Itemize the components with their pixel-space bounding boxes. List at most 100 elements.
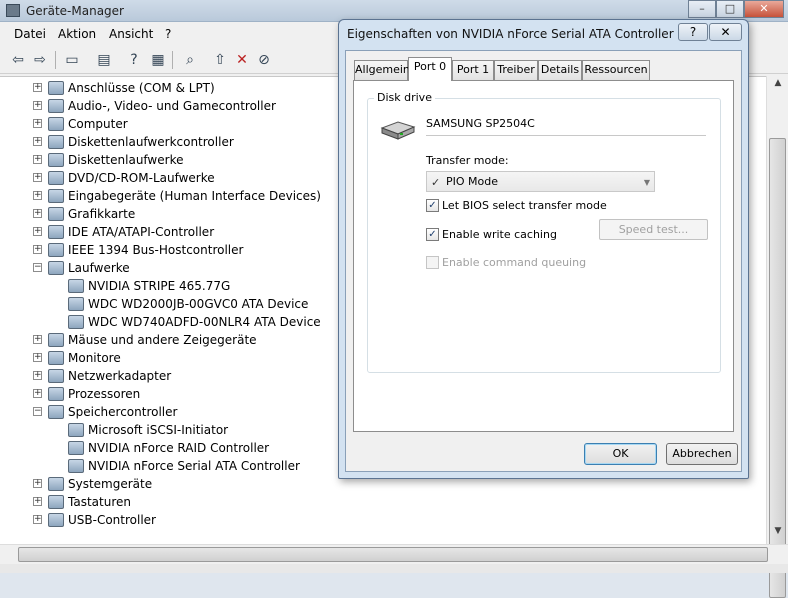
tab-port-0[interactable]: Port 0 (408, 57, 452, 81)
tree-expander[interactable]: + (33, 119, 42, 128)
tree-expander[interactable]: + (33, 191, 42, 200)
tree-device-item[interactable]: NVIDIA STRIPE 465.77G (68, 277, 230, 295)
tree-device-item[interactable]: WDC WD2000JB-00GVC0 ATA Device (68, 295, 308, 313)
tree-category-item[interactable]: Monitore (48, 349, 121, 367)
menu-ansicht[interactable]: Ansicht (109, 27, 153, 41)
tree-expander[interactable]: + (33, 137, 42, 146)
tab-details[interactable]: Details (538, 60, 582, 80)
dialog-close-button[interactable]: ✕ (709, 23, 742, 41)
write-caching-checkbox[interactable]: ✓ (426, 228, 439, 241)
forward-icon[interactable]: ⇨ (30, 50, 50, 70)
tree-item-label: Speichercontroller (68, 405, 178, 419)
ok-button[interactable]: OK (584, 443, 657, 465)
horizontal-scroll-thumb[interactable] (18, 547, 768, 562)
back-icon[interactable]: ⇦ (8, 50, 28, 70)
command-queuing-label[interactable]: Enable command queuing (442, 256, 586, 269)
tree-category-item[interactable]: Mäuse und andere Zeigegeräte (48, 331, 257, 349)
tree-category-item[interactable]: Grafikkarte (48, 205, 135, 223)
tree-expander[interactable]: + (33, 209, 42, 218)
disable-icon[interactable]: ✕ (232, 50, 252, 70)
tree-device-item[interactable]: Microsoft iSCSI-Initiator (68, 421, 228, 439)
tree-category-item[interactable]: Audio-, Video- und Gamecontroller (48, 97, 276, 115)
tree-expander[interactable]: − (33, 263, 42, 272)
minimize-button[interactable]: – (688, 0, 716, 18)
scroll-up-icon[interactable]: ▲ (770, 78, 786, 92)
write-caching-label[interactable]: Enable write caching (442, 228, 557, 241)
tab-ressourcen[interactable]: Ressourcen (582, 60, 650, 80)
tree-expander[interactable]: + (33, 479, 42, 488)
dialog-help-button[interactable]: ? (678, 23, 708, 41)
device-icon (48, 495, 64, 509)
cancel-button[interactable]: Abbrechen (666, 443, 738, 465)
bios-transfer-label[interactable]: Let BIOS select transfer mode (442, 199, 607, 212)
tree-device-item[interactable]: WDC WD740ADFD-00NLR4 ATA Device (68, 313, 321, 331)
close-button[interactable]: ✕ (744, 0, 784, 18)
tree-item-label: NVIDIA nForce Serial ATA Controller (88, 459, 300, 473)
tree-expander[interactable]: + (33, 515, 42, 524)
tab-allgemein[interactable]: Allgemein (354, 60, 410, 80)
uninstall-icon[interactable]: ⊘ (254, 50, 274, 70)
vertical-scrollbar[interactable]: ▲ ▼ (766, 76, 788, 598)
tree-device-item[interactable]: NVIDIA nForce RAID Controller (68, 439, 269, 457)
up-icon[interactable]: ▭ (62, 50, 82, 70)
main-title: Geräte-Manager (26, 4, 124, 18)
device-icon (48, 135, 64, 149)
command-queuing-checkbox[interactable] (426, 256, 439, 269)
tree-item-label: Grafikkarte (68, 207, 136, 221)
device-icon (48, 243, 64, 257)
tree-category-item[interactable]: DVD/CD-ROM-Laufwerke (48, 169, 215, 187)
device-icon (48, 351, 64, 365)
tree-expander[interactable]: + (33, 335, 42, 344)
device-icon (68, 423, 84, 437)
tree-expander[interactable]: + (33, 371, 42, 380)
properties-icon[interactable]: ▤ (94, 50, 114, 70)
tree-expander[interactable]: + (33, 353, 42, 362)
tree-category-item[interactable]: Eingabegeräte (Human Interface Devices) (48, 187, 321, 205)
chevron-down-icon: ▼ (643, 178, 650, 187)
tree-category-item[interactable]: Anschlüsse (COM & LPT) (48, 79, 215, 97)
device-icon (48, 99, 64, 113)
tree-expander[interactable]: + (33, 173, 42, 182)
tree-category-item[interactable]: Netzwerkadapter (48, 367, 171, 385)
tree-item-label: DVD/CD-ROM-Laufwerke (68, 171, 215, 185)
tree-category-item[interactable]: Systemgeräte (48, 475, 152, 493)
tab-treiber[interactable]: Treiber (494, 60, 538, 80)
tree-expander[interactable]: + (33, 389, 42, 398)
tree-item-label: Diskettenlaufwerke (68, 153, 184, 167)
tree-category-item[interactable]: Tastaturen (48, 493, 131, 511)
speed-test-button[interactable]: Speed test... (599, 219, 708, 240)
tree-item-label: Audio-, Video- und Gamecontroller (68, 99, 276, 113)
menu-datei[interactable]: Datei (14, 27, 46, 41)
tree-expander[interactable]: + (33, 245, 42, 254)
tree-category-item[interactable]: USB-Controller (48, 511, 156, 529)
tree-device-item[interactable]: NVIDIA nForce Serial ATA Controller (68, 457, 300, 475)
tree-category-item[interactable]: Speichercontroller (48, 403, 177, 421)
device-icon (68, 279, 84, 293)
scan-hardware-icon[interactable]: ⌕ (180, 50, 200, 70)
tab-port-1[interactable]: Port 1 (452, 60, 494, 80)
horizontal-scrollbar[interactable] (0, 544, 788, 564)
view-icon[interactable]: ▦ (148, 50, 168, 70)
menu-aktion[interactable]: Aktion (58, 27, 96, 41)
tree-category-item[interactable]: Computer (48, 115, 128, 133)
tree-expander[interactable]: − (33, 407, 42, 416)
tree-expander[interactable]: + (33, 497, 42, 506)
tree-expander[interactable]: + (33, 155, 42, 164)
tree-category-item[interactable]: Diskettenlaufwerke (48, 151, 183, 169)
help-icon[interactable]: ? (124, 50, 144, 70)
tree-expander[interactable]: + (33, 101, 42, 110)
tree-category-item[interactable]: Prozessoren (48, 385, 140, 403)
tree-category-item[interactable]: Laufwerke (48, 259, 130, 277)
tree-item-label: Netzwerkadapter (68, 369, 172, 383)
tree-category-item[interactable]: IDE ATA/ATAPI-Controller (48, 223, 214, 241)
update-driver-icon[interactable]: ⇧ (210, 50, 230, 70)
scroll-down-icon[interactable]: ▼ (770, 526, 786, 540)
bios-transfer-checkbox[interactable]: ✓ (426, 199, 439, 212)
tree-category-item[interactable]: Diskettenlaufwerkcontroller (48, 133, 234, 151)
maximize-button[interactable]: □ (716, 0, 744, 18)
tree-category-item[interactable]: IEEE 1394 Bus-Hostcontroller (48, 241, 243, 259)
tree-expander[interactable]: + (33, 227, 42, 236)
transfer-mode-select[interactable]: ✓ PIO Mode ▼ (426, 171, 655, 192)
menu-help[interactable]: ? (165, 27, 171, 41)
tree-expander[interactable]: + (33, 83, 42, 92)
